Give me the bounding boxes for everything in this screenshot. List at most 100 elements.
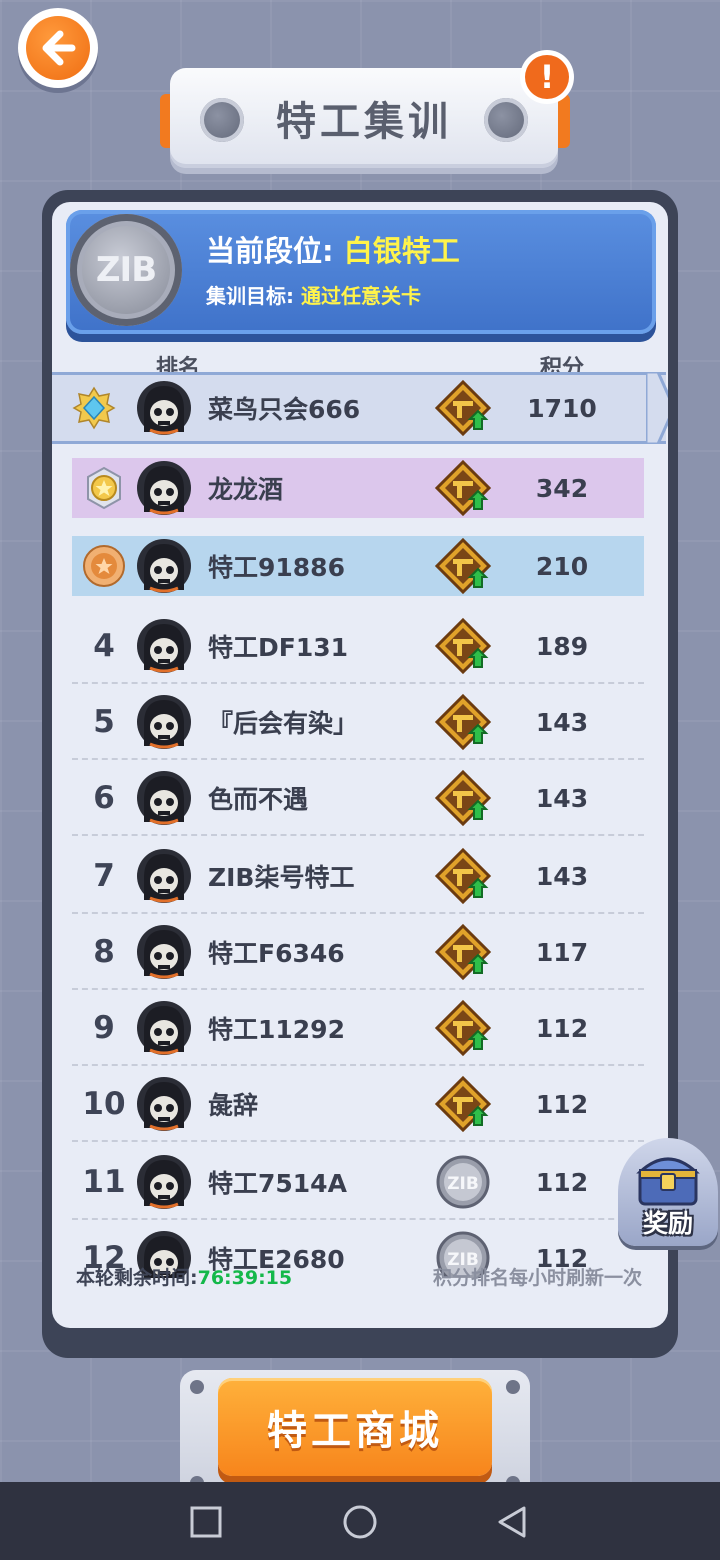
current-rank: 当前段位: 白银特工 <box>206 234 460 268</box>
avatar <box>136 924 192 980</box>
row-divider <box>72 758 644 760</box>
diamond-medal-icon <box>52 386 136 430</box>
title-plate: 特工集训 <box>160 68 570 172</box>
silver-tier-icon: ZIB <box>434 1153 492 1211</box>
player-score: 143 <box>535 861 589 891</box>
player-score: 143 <box>535 707 589 737</box>
treasure-chest-icon <box>636 1157 700 1206</box>
bolt-icon <box>200 98 244 142</box>
bolt-icon <box>484 98 528 142</box>
gold-medal-icon <box>72 466 136 510</box>
rank-number: 6 <box>93 780 115 816</box>
table-row[interactable]: 7 ZIB柒号特工 143 <box>72 846 644 906</box>
avatar <box>136 460 192 516</box>
gold-tier-up-icon <box>434 617 492 675</box>
back-arrow-icon <box>26 16 90 80</box>
avatar <box>136 538 192 594</box>
reward-label: 奖励 <box>642 1209 693 1238</box>
avatar <box>136 618 192 674</box>
player-score: 143 <box>535 783 589 813</box>
current-rank-banner: ZIB 当前段位: 白银特工 集训目标: 通过任意关卡 <box>66 210 656 334</box>
table-row[interactable]: 6 色而不遇 143 <box>72 768 644 828</box>
gold-tier-up-icon <box>434 537 492 595</box>
table-row[interactable]: 特工91886 210 <box>72 536 644 596</box>
player-score: 1710 <box>527 393 597 423</box>
rank-number: 10 <box>82 1086 126 1122</box>
page-title: 特工集训 <box>276 99 452 145</box>
row-divider <box>72 988 644 990</box>
table-row[interactable]: 8 特工F6346 117 <box>72 922 644 982</box>
rank-number: 11 <box>82 1164 126 1200</box>
table-row[interactable]: 5 『后会有染」 143 <box>72 692 644 752</box>
avatar <box>136 1000 192 1056</box>
avatar <box>136 1154 192 1210</box>
agent-shop-button[interactable]: 特工商城 <box>218 1378 492 1476</box>
player-name: 『后会有染」 <box>208 709 359 738</box>
player-name: ZIB柒号特工 <box>208 863 355 892</box>
system-nav-bar <box>0 1482 720 1560</box>
refresh-note: 积分排名每小时刷新一次 <box>432 1267 642 1289</box>
avatar <box>136 848 192 904</box>
player-name: 色而不遇 <box>208 785 309 814</box>
player-name: 特工DF131 <box>208 633 349 662</box>
rank-number: 9 <box>93 1010 115 1046</box>
row-divider <box>72 834 644 836</box>
reward-button[interactable]: 奖励 <box>618 1138 718 1246</box>
back-nav-icon[interactable] <box>492 1502 532 1542</box>
player-score: 112 <box>535 1013 589 1043</box>
recent-apps-icon[interactable] <box>186 1502 226 1542</box>
table-row[interactable]: 9 特工11292 112 <box>72 998 644 1058</box>
player-score: 112 <box>535 1167 589 1197</box>
gold-tier-up-icon <box>434 1075 492 1133</box>
row-divider <box>72 1218 644 1220</box>
player-score: 117 <box>535 937 589 967</box>
avatar <box>136 694 192 750</box>
avatar <box>136 1076 192 1132</box>
table-row[interactable]: 10 彘辞 112 <box>72 1074 644 1134</box>
table-row-self[interactable]: 菜鸟只会666 1710 <box>52 372 668 446</box>
rank-number: 7 <box>93 858 115 894</box>
player-name: 龙龙酒 <box>208 475 284 504</box>
gold-tier-up-icon <box>434 769 492 827</box>
table-row[interactable]: 龙龙酒 342 <box>72 458 644 518</box>
exclamation-icon: ! <box>525 55 569 99</box>
zib-emblem-icon: ZIB <box>70 214 182 326</box>
gold-tier-up-icon <box>434 379 492 437</box>
player-score: 210 <box>535 551 589 581</box>
row-divider <box>72 912 644 914</box>
self-marker-arrow-icon <box>644 372 668 446</box>
player-name: 彘辞 <box>208 1091 259 1120</box>
row-divider <box>72 1064 644 1066</box>
gold-tier-up-icon <box>434 459 492 517</box>
avatar <box>136 770 192 826</box>
rank-number: 4 <box>93 628 115 664</box>
player-score: 112 <box>535 1089 589 1119</box>
training-goal: 集训目标: 通过任意关卡 <box>206 284 421 308</box>
rank-number: 8 <box>93 934 115 970</box>
avatar <box>136 380 192 436</box>
table-row[interactable]: 11 特工7514A ZIB 112 <box>72 1152 644 1212</box>
table-row[interactable]: 4 特工DF131 189 <box>72 616 644 676</box>
player-score: 342 <box>535 473 589 503</box>
remaining-time: 本轮剩余时间:76:39:15 <box>76 1267 293 1289</box>
gold-tier-up-icon <box>434 847 492 905</box>
player-name: 特工7514A <box>208 1169 347 1198</box>
rank-number: 5 <box>93 704 115 740</box>
player-score: 189 <box>535 631 589 661</box>
player-name: 特工91886 <box>208 553 345 582</box>
row-divider <box>72 1140 644 1142</box>
row-divider <box>72 682 644 684</box>
gold-tier-up-icon <box>434 923 492 981</box>
back-button[interactable] <box>18 8 98 88</box>
leaderboard-panel: ZIB 当前段位: 白银特工 集训目标: 通过任意关卡 排名 积分 菜鸟只会66… <box>42 190 678 1358</box>
bronze-medal-icon <box>72 544 136 588</box>
player-name: 特工F6346 <box>208 939 345 968</box>
player-name: 菜鸟只会666 <box>208 395 361 424</box>
home-icon[interactable] <box>340 1502 380 1542</box>
ranking-list[interactable]: 菜鸟只会666 1710 龙龙酒 342 特工91886 210 4 特工DF131 189 5 『… <box>52 372 668 1278</box>
gold-tier-up-icon <box>434 693 492 751</box>
svg-text:ZIB: ZIB <box>447 1174 479 1194</box>
player-name: 特工11292 <box>208 1015 345 1044</box>
gold-tier-up-icon <box>434 999 492 1057</box>
info-alert-button[interactable]: ! <box>520 50 574 104</box>
